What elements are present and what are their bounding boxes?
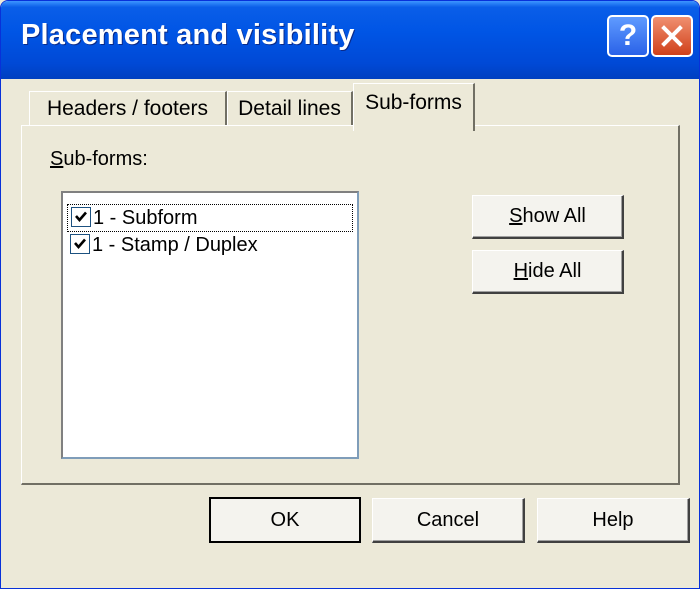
list-item-label: 1 - Stamp / Duplex — [92, 234, 258, 256]
sub-forms-listbox[interactable]: 1 - Subform 1 - Stamp / Duplex — [61, 191, 359, 459]
tab-detail-lines[interactable]: Detail lines — [227, 91, 353, 129]
dialog-window: Placement and visibility ? Headers / foo… — [0, 0, 700, 589]
checkbox[interactable] — [70, 233, 90, 254]
checkmark-icon — [74, 238, 86, 249]
tab-panel-sub-forms: Sub-forms: 1 - Subform 1 - Stamp / Duple… — [21, 125, 680, 485]
help-title-button[interactable]: ? — [607, 15, 649, 57]
tab-sub-forms[interactable]: Sub-forms — [353, 83, 475, 131]
show-all-button[interactable]: Show All — [472, 195, 624, 239]
list-item[interactable]: 1 - Subform — [67, 204, 353, 232]
help-button[interactable]: Help — [537, 498, 690, 543]
window-title: Placement and visibility — [21, 19, 355, 51]
close-icon — [661, 25, 683, 47]
ok-button[interactable]: OK — [209, 497, 361, 543]
cancel-button[interactable]: Cancel — [372, 498, 525, 543]
list-item[interactable]: 1 - Stamp / Duplex — [67, 232, 353, 260]
close-button[interactable] — [651, 15, 693, 57]
hide-all-button[interactable]: Hide All — [472, 250, 624, 294]
title-bar[interactable]: Placement and visibility ? — [1, 1, 699, 79]
list-item-label: 1 - Subform — [93, 207, 198, 229]
tab-headers-footers[interactable]: Headers / footers — [29, 91, 227, 129]
checkmark-icon — [75, 211, 87, 222]
sub-forms-label: Sub-forms: — [50, 148, 148, 170]
checkbox[interactable] — [71, 206, 91, 227]
